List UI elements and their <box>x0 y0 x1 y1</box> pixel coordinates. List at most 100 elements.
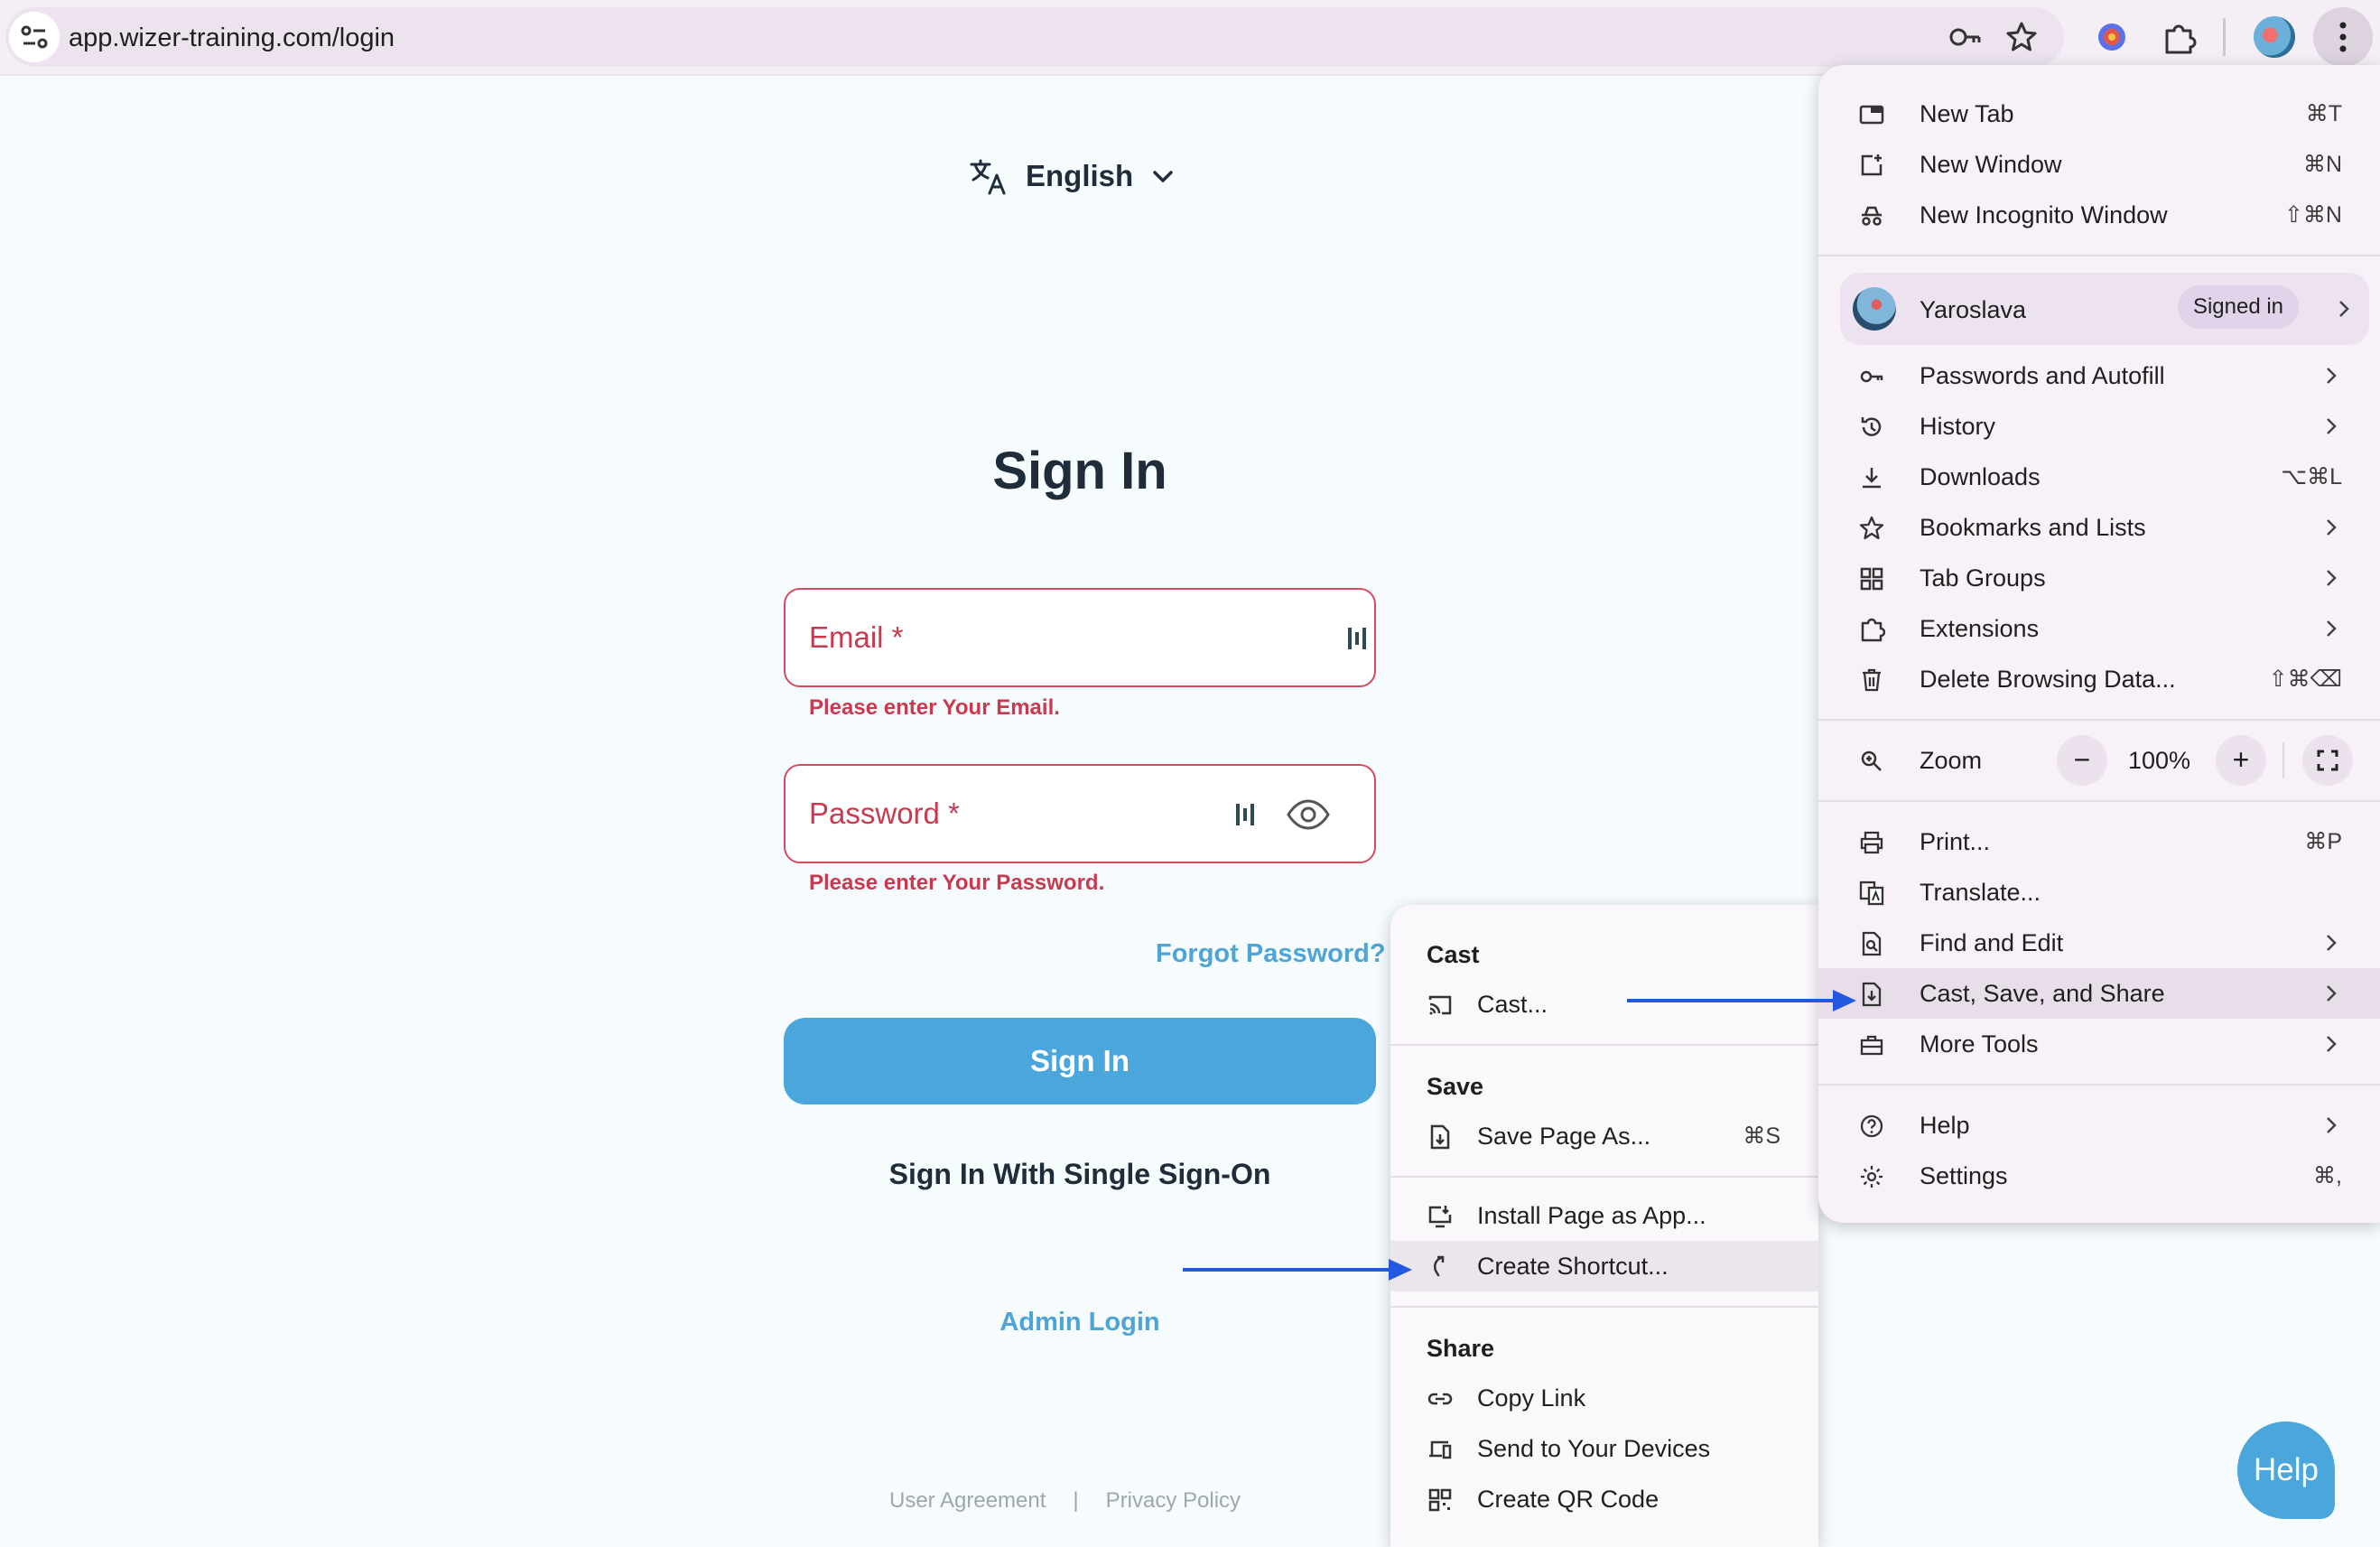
translate-icon <box>970 159 1006 195</box>
sign-in-button[interactable]: Sign In <box>784 1018 1376 1104</box>
password-manager-icon[interactable] <box>1345 624 1369 653</box>
chevron-right-icon <box>2327 418 2337 434</box>
site-info-button[interactable] <box>9 12 60 62</box>
browser-menu-button[interactable] <box>2313 7 2373 67</box>
find-edit-label: Find and Edit <box>1920 929 2064 956</box>
chevron-right-icon <box>2327 570 2337 586</box>
create-shortcut-label: Create Shortcut... <box>1477 1253 1669 1280</box>
password-key-icon[interactable] <box>1943 14 1988 60</box>
privacy-policy-link[interactable]: Privacy Policy <box>1106 1488 1241 1514</box>
menu-history[interactable]: History <box>1818 401 2380 452</box>
shortcut-arrow-icon <box>1434 1255 1445 1277</box>
new-window-icon <box>1861 154 1883 176</box>
chevron-right-icon <box>2327 519 2337 536</box>
menu-delete-data[interactable]: Delete Browsing Data... ⇧⌘⌫ <box>1818 654 2380 704</box>
menu-divider <box>1818 1084 2380 1086</box>
print-shortcut: ⌘P <box>2304 829 2342 854</box>
printer-icon <box>1860 831 1883 854</box>
admin-login-link[interactable]: Admin Login <box>784 1308 1376 1337</box>
save-page-shortcut: ⌘S <box>1743 1123 1780 1149</box>
menu-new-window[interactable]: New Window ⌘N <box>1818 139 2380 190</box>
new-incognito-shortcut: ⇧⌘N <box>2283 202 2342 228</box>
menu-extensions[interactable]: Extensions <box>1818 603 2380 654</box>
cast-icon <box>1428 995 1452 1015</box>
address-bar[interactable]: app.wizer-training.com/login <box>5 7 2064 67</box>
menu-tab-groups[interactable]: Tab Groups <box>1818 553 2380 603</box>
menu-settings[interactable]: Settings ⌘, <box>1818 1151 2380 1201</box>
extension-orb-icon[interactable] <box>2089 14 2134 60</box>
user-agreement-link[interactable]: User Agreement <box>889 1488 1046 1514</box>
help-chat-button[interactable]: Help <box>2237 1421 2335 1519</box>
toolbox-icon <box>1860 1035 1883 1056</box>
menu-cast-save-share[interactable]: Cast, Save, and Share <box>1818 968 2380 1019</box>
new-window-shortcut: ⌘N <box>2302 152 2342 177</box>
chevron-right-icon <box>2339 301 2349 317</box>
qr-code-label: Create QR Code <box>1477 1486 1659 1513</box>
extensions-label: Extensions <box>1920 615 2040 642</box>
menu-bookmarks[interactable]: Bookmarks and Lists <box>1818 502 2380 553</box>
menu-downloads[interactable]: Downloads ⌥⌘L <box>1818 452 2380 502</box>
puzzle-icon <box>1861 618 1885 642</box>
menu-passwords[interactable]: Passwords and Autofill <box>1818 350 2380 401</box>
trash-icon <box>1863 668 1881 692</box>
menu-new-tab[interactable]: New Tab ⌘T <box>1818 89 2380 139</box>
zoom-level: 100% <box>2128 747 2191 774</box>
chevron-right-icon <box>2327 935 2337 951</box>
password-field[interactable]: Password * <box>784 764 1376 863</box>
copy-link-item[interactable]: Copy Link <box>1390 1373 1818 1423</box>
url-text[interactable]: app.wizer-training.com/login <box>69 23 395 53</box>
cast-save-share-label: Cast, Save, and Share <box>1920 980 2165 1007</box>
delete-data-shortcut: ⇧⌘⌫ <box>2268 666 2342 692</box>
downloads-shortcut: ⌥⌘L <box>2281 464 2342 489</box>
eye-icon[interactable] <box>1286 797 1331 833</box>
email-label: Email * <box>809 620 904 654</box>
chevron-right-icon <box>2327 1036 2337 1052</box>
downloads-label: Downloads <box>1920 463 2041 490</box>
key-icon <box>1860 370 1883 383</box>
chevron-right-icon <box>2327 368 2337 384</box>
profile-avatar[interactable] <box>2254 16 2295 58</box>
more-tools-label: More Tools <box>1920 1030 2039 1058</box>
toolbar-divider <box>2223 18 2226 56</box>
chevron-down-icon <box>1153 171 1173 182</box>
delete-data-label: Delete Browsing Data... <box>1920 666 2176 693</box>
qr-code-item[interactable]: Create QR Code <box>1390 1474 1818 1524</box>
zoom-out-button[interactable]: − <box>2057 735 2107 786</box>
language-selector[interactable]: English <box>968 155 1176 197</box>
zoom-divider <box>2282 742 2284 778</box>
status-badge: Signed in <box>2178 285 2299 329</box>
menu-profile[interactable]: Yaroslava Signed in <box>1840 273 2369 345</box>
help-icon <box>1860 1114 1883 1138</box>
send-devices-item[interactable]: Send to Your Devices <box>1390 1423 1818 1474</box>
cast-save-icon <box>1862 982 1882 1007</box>
chevron-right-icon <box>2327 985 2337 1002</box>
avatar <box>1853 287 1896 331</box>
language-label: English <box>1026 159 1134 192</box>
install-app-label: Install Page as App... <box>1477 1202 1706 1229</box>
translate-label: Translate... <box>1920 879 2041 906</box>
bookmark-star-icon[interactable] <box>1999 14 2044 60</box>
zoom-label: Zoom <box>1920 747 1983 774</box>
cast-section-header: Cast <box>1427 941 1480 968</box>
password-manager-icon[interactable] <box>1233 800 1257 829</box>
sso-link[interactable]: Sign In With Single Sign-On <box>784 1158 1376 1191</box>
password-label: Password * <box>809 797 960 830</box>
menu-help[interactable]: Help <box>1818 1100 2380 1151</box>
forgot-password-link[interactable]: Forgot Password? <box>1156 939 1386 969</box>
menu-translate[interactable]: Translate... <box>1818 867 2380 918</box>
download-icon <box>1863 468 1881 489</box>
footer-links: User Agreement | Privacy Policy <box>889 1488 1241 1514</box>
create-shortcut-item[interactable]: Create Shortcut... <box>1390 1241 1818 1291</box>
fullscreen-button[interactable] <box>2302 735 2353 786</box>
menu-print[interactable]: Print... ⌘P <box>1818 816 2380 867</box>
save-page-as-item[interactable]: Save Page As... ⌘S <box>1390 1111 1818 1161</box>
menu-more-tools[interactable]: More Tools <box>1818 1019 2380 1069</box>
menu-new-incognito[interactable]: New Incognito Window ⇧⌘N <box>1818 190 2380 240</box>
history-label: History <box>1920 413 1996 440</box>
menu-find-edit[interactable]: Find and Edit <box>1818 918 2380 968</box>
zoom-in-button[interactable]: + <box>2216 735 2266 786</box>
extensions-puzzle-icon[interactable] <box>2156 14 2201 60</box>
email-field[interactable]: Email * <box>784 588 1376 687</box>
send-devices-label: Send to Your Devices <box>1477 1435 1711 1462</box>
install-app-item[interactable]: Install Page as App... <box>1390 1190 1818 1241</box>
